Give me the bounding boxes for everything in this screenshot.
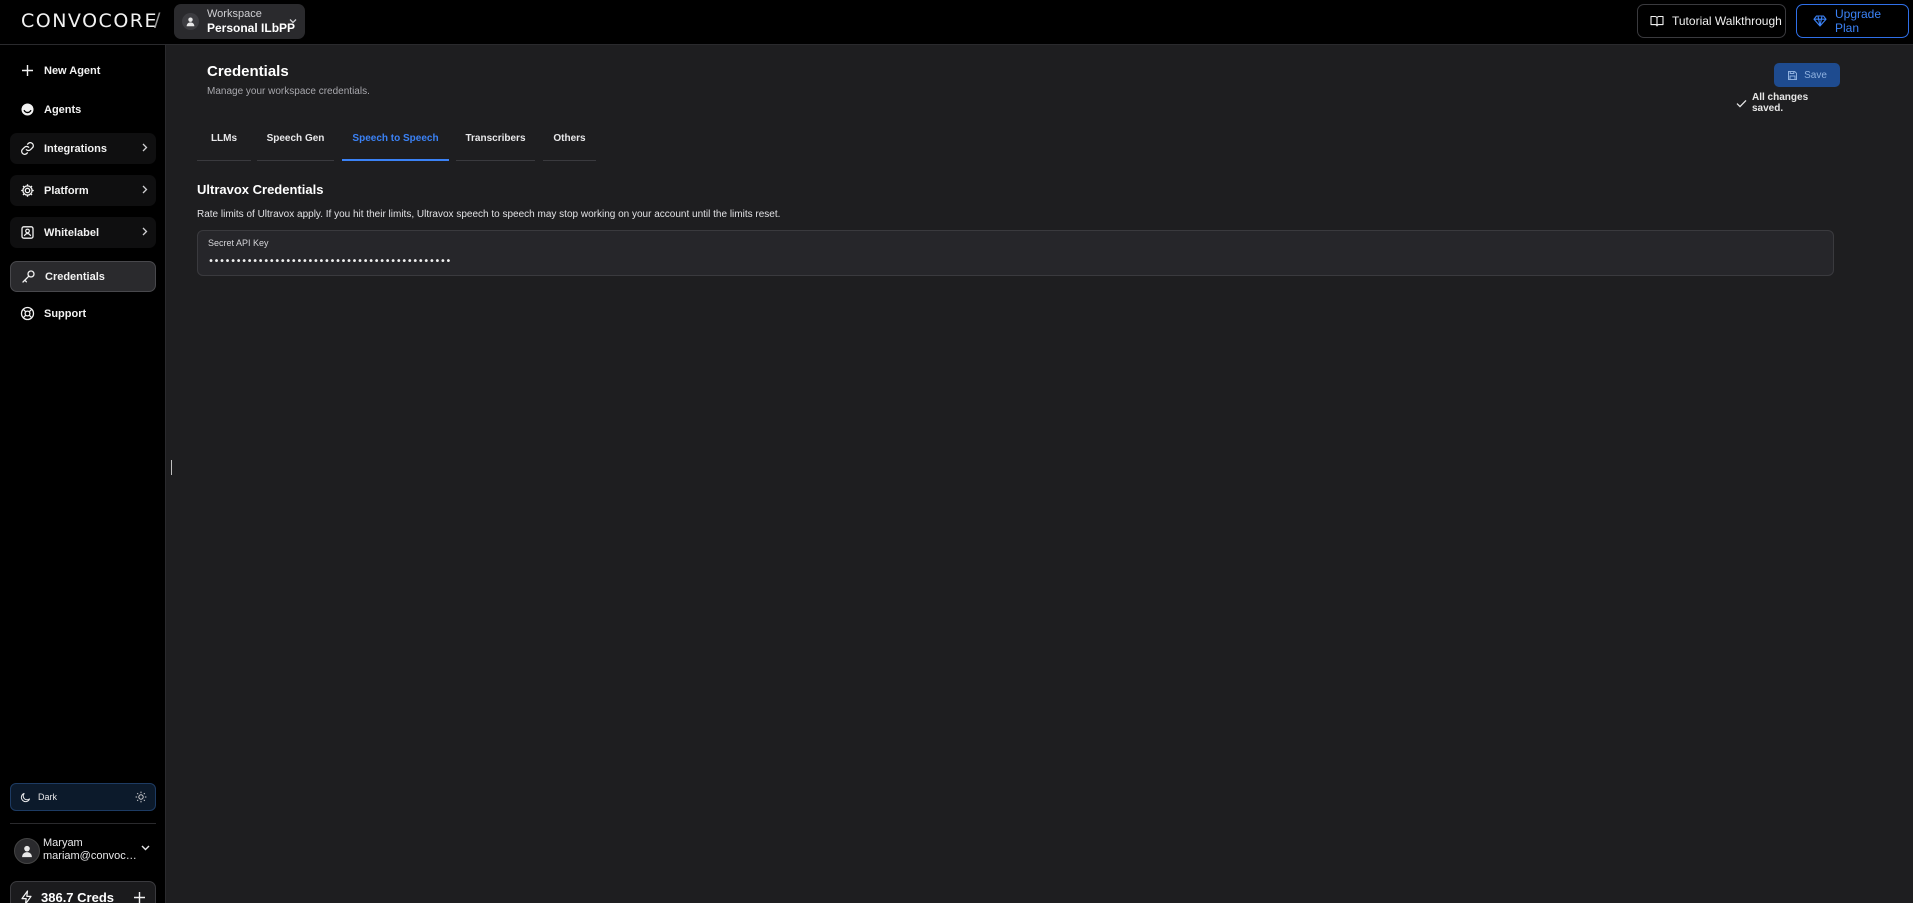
workspace-label: Workspace	[207, 8, 262, 20]
sidebar-item-label: Integrations	[44, 142, 107, 155]
page-subtitle: Manage your workspace credentials.	[207, 86, 370, 97]
lightning-icon	[20, 890, 33, 903]
secret-api-key-input[interactable]	[208, 254, 1708, 268]
chevron-right-icon	[142, 185, 148, 194]
tab-speech-to-speech[interactable]: Speech to Speech	[342, 124, 449, 161]
sidebar-item-label: Support	[44, 307, 87, 320]
key-icon	[21, 269, 36, 284]
secret-api-key-label: Secret API Key	[208, 238, 269, 248]
sidebar-item-label: New Agent	[44, 64, 101, 77]
theme-toggle[interactable]: Dark	[10, 783, 156, 811]
sidebar-item-label: Credentials	[45, 270, 105, 283]
book-icon	[1650, 15, 1664, 27]
chevron-down-icon	[289, 18, 297, 24]
tab-llms[interactable]: LLMs	[197, 124, 251, 161]
plus-icon	[20, 63, 35, 78]
sidebar-item-platform[interactable]: Platform	[10, 175, 156, 206]
save-status: All changes saved.	[1736, 92, 1840, 114]
sidebar-item-label: Whitelabel	[44, 226, 100, 239]
workspace-switcher[interactable]: Workspace Personal ILbPP	[174, 4, 305, 39]
tutorial-walkthrough-label: Tutorial Walkthrough	[1672, 14, 1782, 28]
theme-label: Dark	[38, 792, 58, 802]
tab-others[interactable]: Others	[543, 124, 596, 161]
workspace-avatar-icon	[182, 13, 199, 30]
tab-transcribers[interactable]: Transcribers	[456, 124, 535, 161]
sidebar-item-agents[interactable]: Agents	[10, 94, 156, 125]
diamond-icon	[1813, 15, 1827, 27]
avatar	[14, 838, 40, 864]
user-email: mariam@convocore.ai	[43, 850, 139, 862]
upgrade-plan-button[interactable]: Upgrade Plan	[1796, 4, 1909, 38]
chevron-down-icon	[141, 845, 150, 851]
sidebar-item-label: Agents	[44, 103, 82, 116]
credits-balance: 386.7 Creds	[10, 881, 156, 903]
save-button[interactable]: Save	[1774, 63, 1840, 87]
sidebar-item-label: Platform	[44, 184, 89, 197]
sidebar-item-integrations[interactable]: Integrations	[10, 133, 156, 164]
credits-label: 386.7 Creds	[41, 890, 114, 903]
top-bar: CONVOCORE / Workspace Personal ILbPP Tut…	[0, 0, 1913, 45]
breadcrumb-separator: /	[154, 9, 161, 31]
link-icon	[20, 141, 35, 156]
chevron-right-icon	[142, 227, 148, 236]
section-description: Rate limits of Ultravox apply. If you hi…	[197, 209, 781, 220]
badge-icon	[20, 225, 35, 240]
sidebar-item-support[interactable]: Support	[10, 298, 156, 329]
sidebar-divider	[10, 823, 156, 824]
tab-speech-gen[interactable]: Speech Gen	[257, 124, 334, 161]
add-credits-button[interactable]	[133, 891, 146, 903]
sidebar: New Agent Agents Integrations Platform W…	[0, 45, 166, 903]
chevron-right-icon	[142, 143, 148, 152]
sidebar-item-credentials[interactable]: Credentials	[10, 261, 156, 292]
sidebar-resize-handle[interactable]	[171, 460, 172, 475]
save-label: Save	[1804, 69, 1827, 81]
sidebar-item-whitelabel[interactable]: Whitelabel	[10, 217, 156, 248]
lifebuoy-icon	[20, 306, 35, 321]
save-status-text: All changes saved.	[1752, 92, 1809, 114]
moon-icon	[20, 792, 31, 803]
check-icon	[1736, 99, 1747, 108]
user-name: Maryam	[43, 837, 83, 849]
agent-icon	[20, 102, 35, 117]
gear-icon	[20, 183, 35, 198]
save-icon	[1787, 70, 1798, 81]
sun-icon[interactable]	[135, 791, 147, 803]
convocore-logo[interactable]: CONVOCORE	[21, 10, 158, 32]
sidebar-item-new-agent[interactable]: New Agent	[10, 55, 156, 86]
secret-api-key-field[interactable]: Secret API Key	[197, 230, 1834, 276]
workspace-name: Personal ILbPP	[207, 21, 296, 35]
page-title: Credentials	[207, 63, 289, 80]
upgrade-plan-label: Upgrade Plan	[1835, 7, 1882, 35]
tutorial-walkthrough-button[interactable]: Tutorial Walkthrough	[1637, 4, 1786, 38]
user-menu[interactable]: Maryam mariam@convocore.ai	[10, 834, 156, 868]
section-title: Ultravox Credentials	[197, 182, 324, 197]
